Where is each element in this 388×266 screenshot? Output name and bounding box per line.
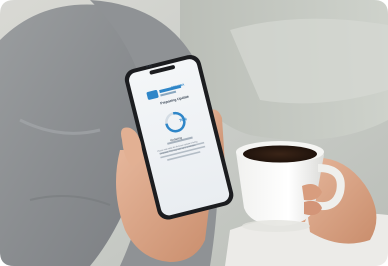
photo-scene — [0, 0, 388, 266]
